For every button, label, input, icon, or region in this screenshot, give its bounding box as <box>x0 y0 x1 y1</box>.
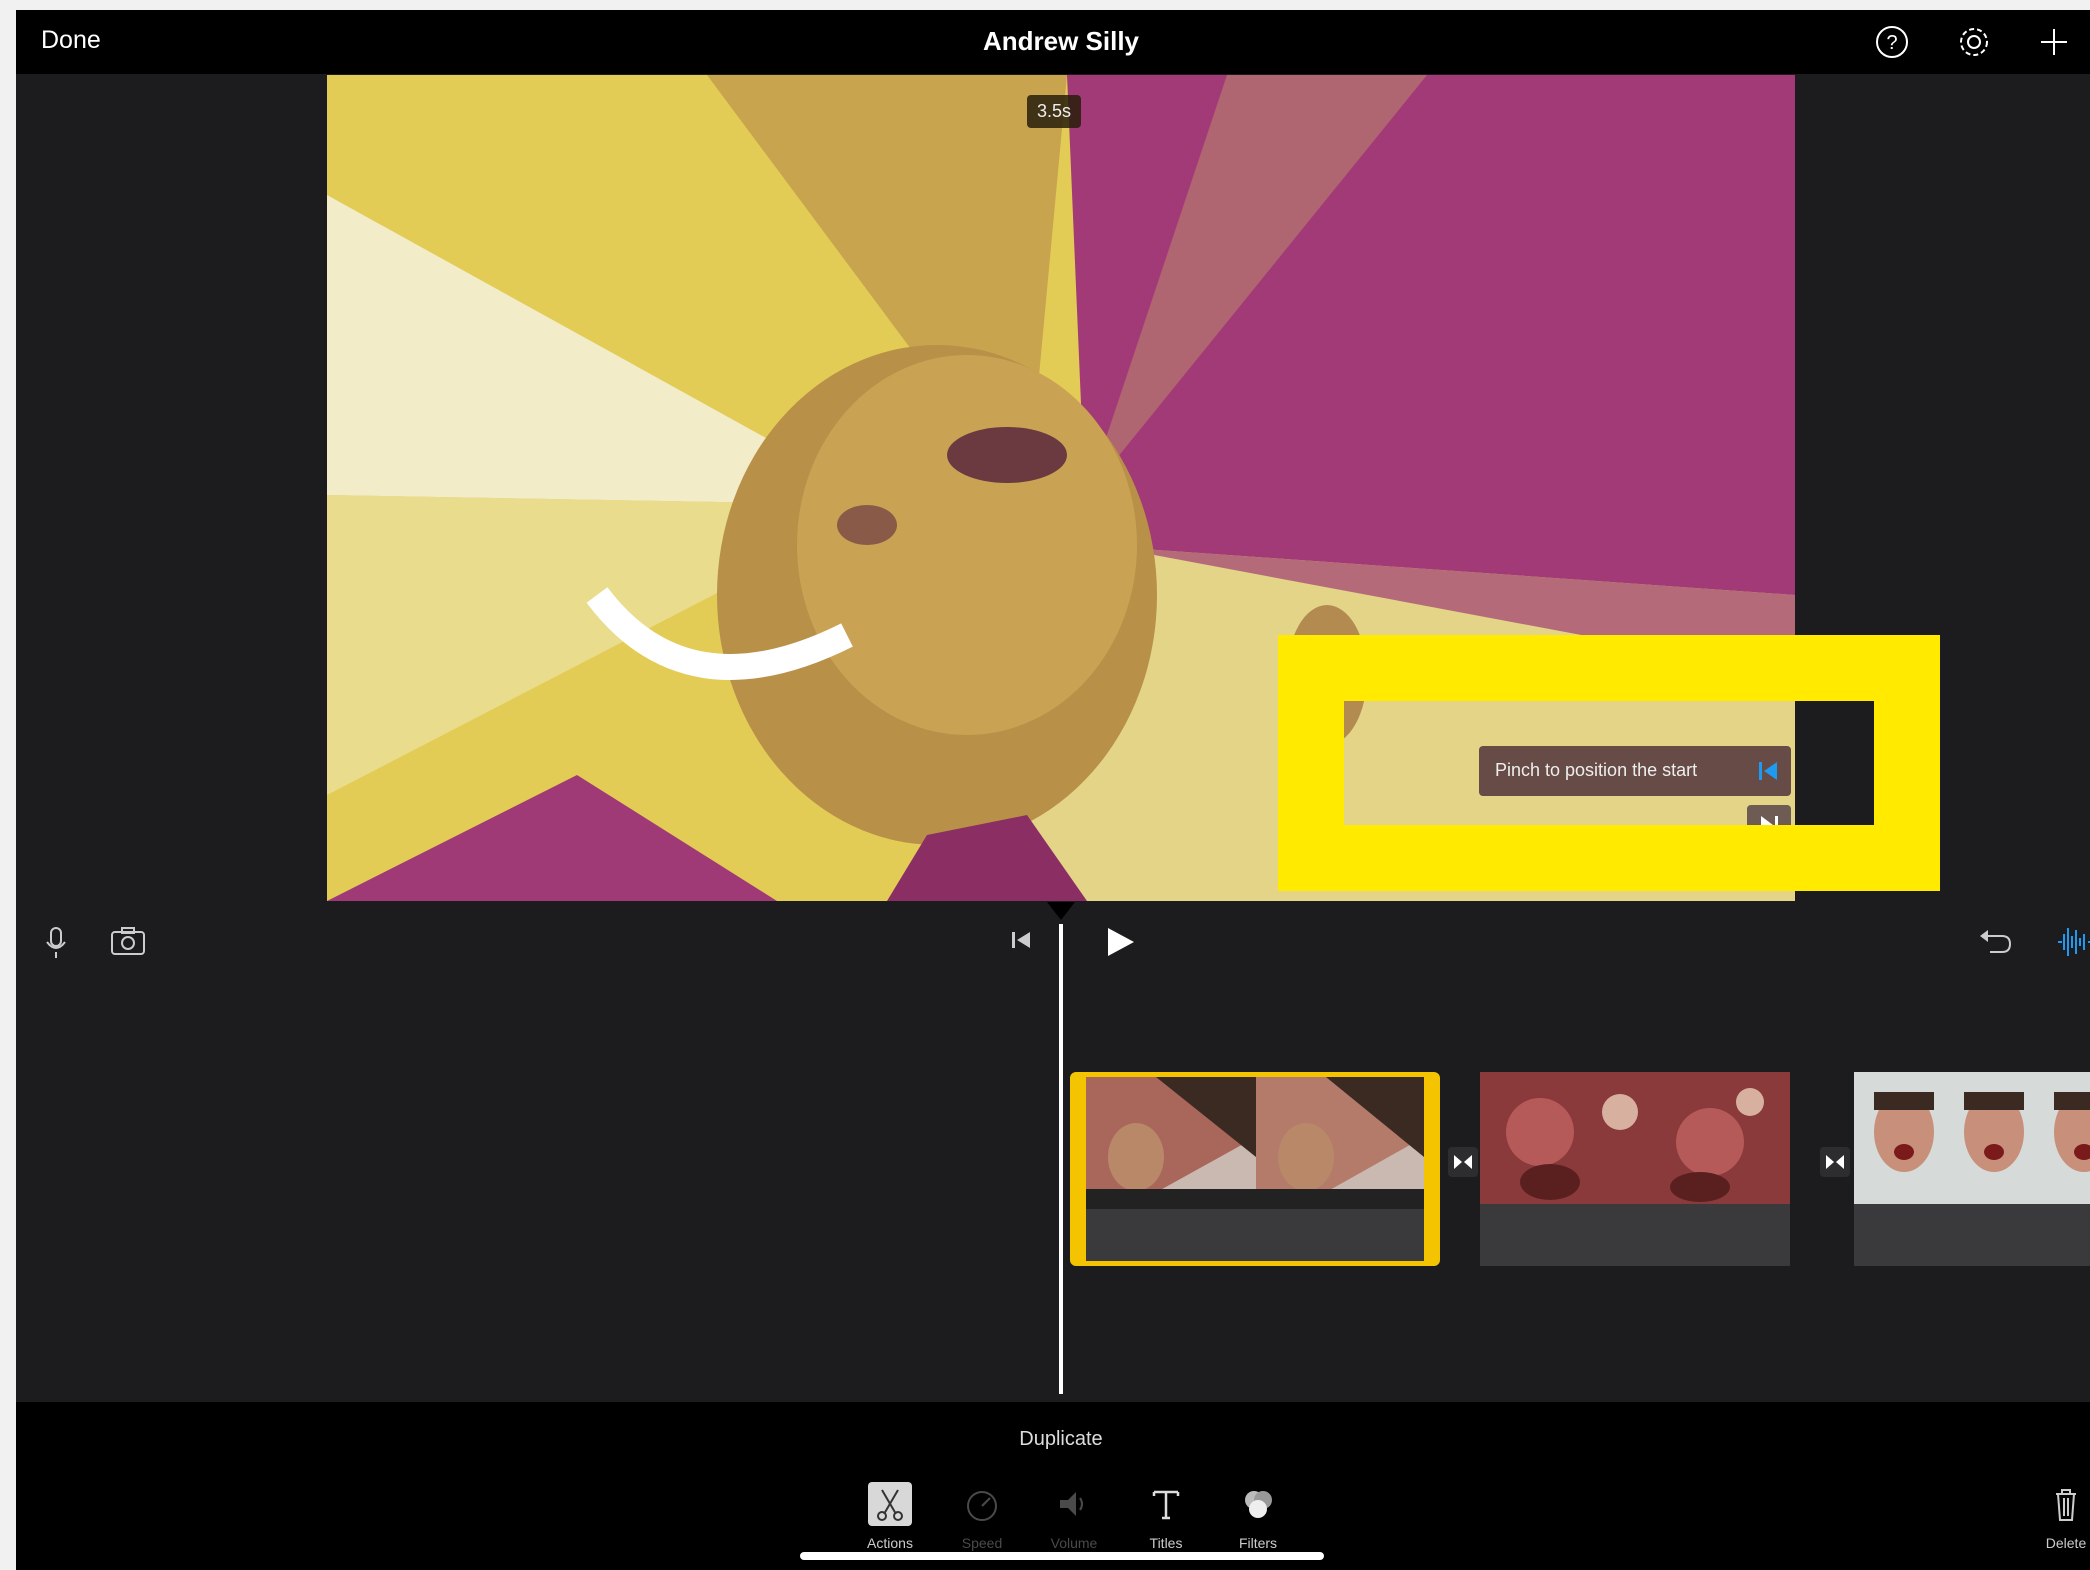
help-icon[interactable]: ? <box>1874 24 1910 60</box>
skip-to-start-icon[interactable] <box>1002 920 1042 960</box>
timeline-clip[interactable] <box>1854 1072 2090 1266</box>
clip-thumbnail <box>1086 1077 1424 1209</box>
svg-text:?: ? <box>1886 32 1897 54</box>
tool-label: Volume <box>1050 1535 1098 1551</box>
top-bar: Done Andrew Silly ? <box>16 10 2090 74</box>
scissors-icon <box>868 1482 912 1526</box>
undo-icon[interactable] <box>1976 922 2016 962</box>
context-action-label[interactable]: Duplicate <box>16 1428 2090 1451</box>
delete-button[interactable]: Delete <box>2042 1482 2090 1551</box>
audio-waveform-icon[interactable] <box>2054 922 2090 962</box>
transition-button[interactable] <box>1448 1147 1478 1177</box>
playhead-line[interactable] <box>1059 924 1063 1394</box>
trash-icon <box>2056 1489 2076 1521</box>
tool-filters[interactable]: Filters <box>1218 1482 1298 1551</box>
project-title: Andrew Silly <box>982 26 1140 56</box>
titles-icon <box>1152 1490 1180 1520</box>
volume-icon <box>1060 1492 1083 1516</box>
tool-volume: Volume <box>1034 1482 1114 1551</box>
bottom-toolbar: Duplicate Actions Speed Volume Titles Fi… <box>16 1402 2090 1570</box>
imovie-screen: Done Andrew Silly ? 3.5s Pinch to positi… <box>16 10 2090 1570</box>
tool-label: Filters <box>1238 1535 1278 1551</box>
add-icon[interactable] <box>2036 24 2072 60</box>
microphone-icon[interactable] <box>36 922 76 962</box>
filters-icon <box>1245 1491 1272 1518</box>
camera-icon[interactable] <box>108 922 148 962</box>
annotation-highlight-box <box>1278 635 1940 891</box>
clip-thumbnail <box>1854 1072 2090 1204</box>
home-indicator[interactable] <box>800 1552 1324 1560</box>
tool-actions[interactable]: Actions <box>850 1482 930 1551</box>
play-icon[interactable] <box>1100 922 1140 962</box>
clip-duration-badge: 3.5s <box>1027 95 1082 128</box>
tool-speed: Speed <box>942 1482 1022 1551</box>
timeline-clip-selected[interactable] <box>1070 1072 1440 1266</box>
speed-icon <box>967 1491 997 1521</box>
tool-label: Actions <box>867 1535 913 1551</box>
transition-icon <box>1454 1155 1472 1169</box>
tool-titles[interactable]: Titles <box>1126 1482 1206 1551</box>
settings-icon[interactable] <box>1956 24 1992 60</box>
tool-label: Titles <box>1149 1535 1183 1551</box>
tool-label: Speed <box>961 1535 1003 1551</box>
clip-thumbnail <box>1480 1072 1790 1204</box>
transition-icon <box>1826 1155 1844 1169</box>
timeline[interactable] <box>16 902 2090 1402</box>
transition-button[interactable] <box>1820 1147 1850 1177</box>
playhead-marker <box>1047 902 1075 920</box>
delete-label: Delete <box>2045 1535 2087 1551</box>
timeline-clip[interactable] <box>1480 1072 1790 1266</box>
